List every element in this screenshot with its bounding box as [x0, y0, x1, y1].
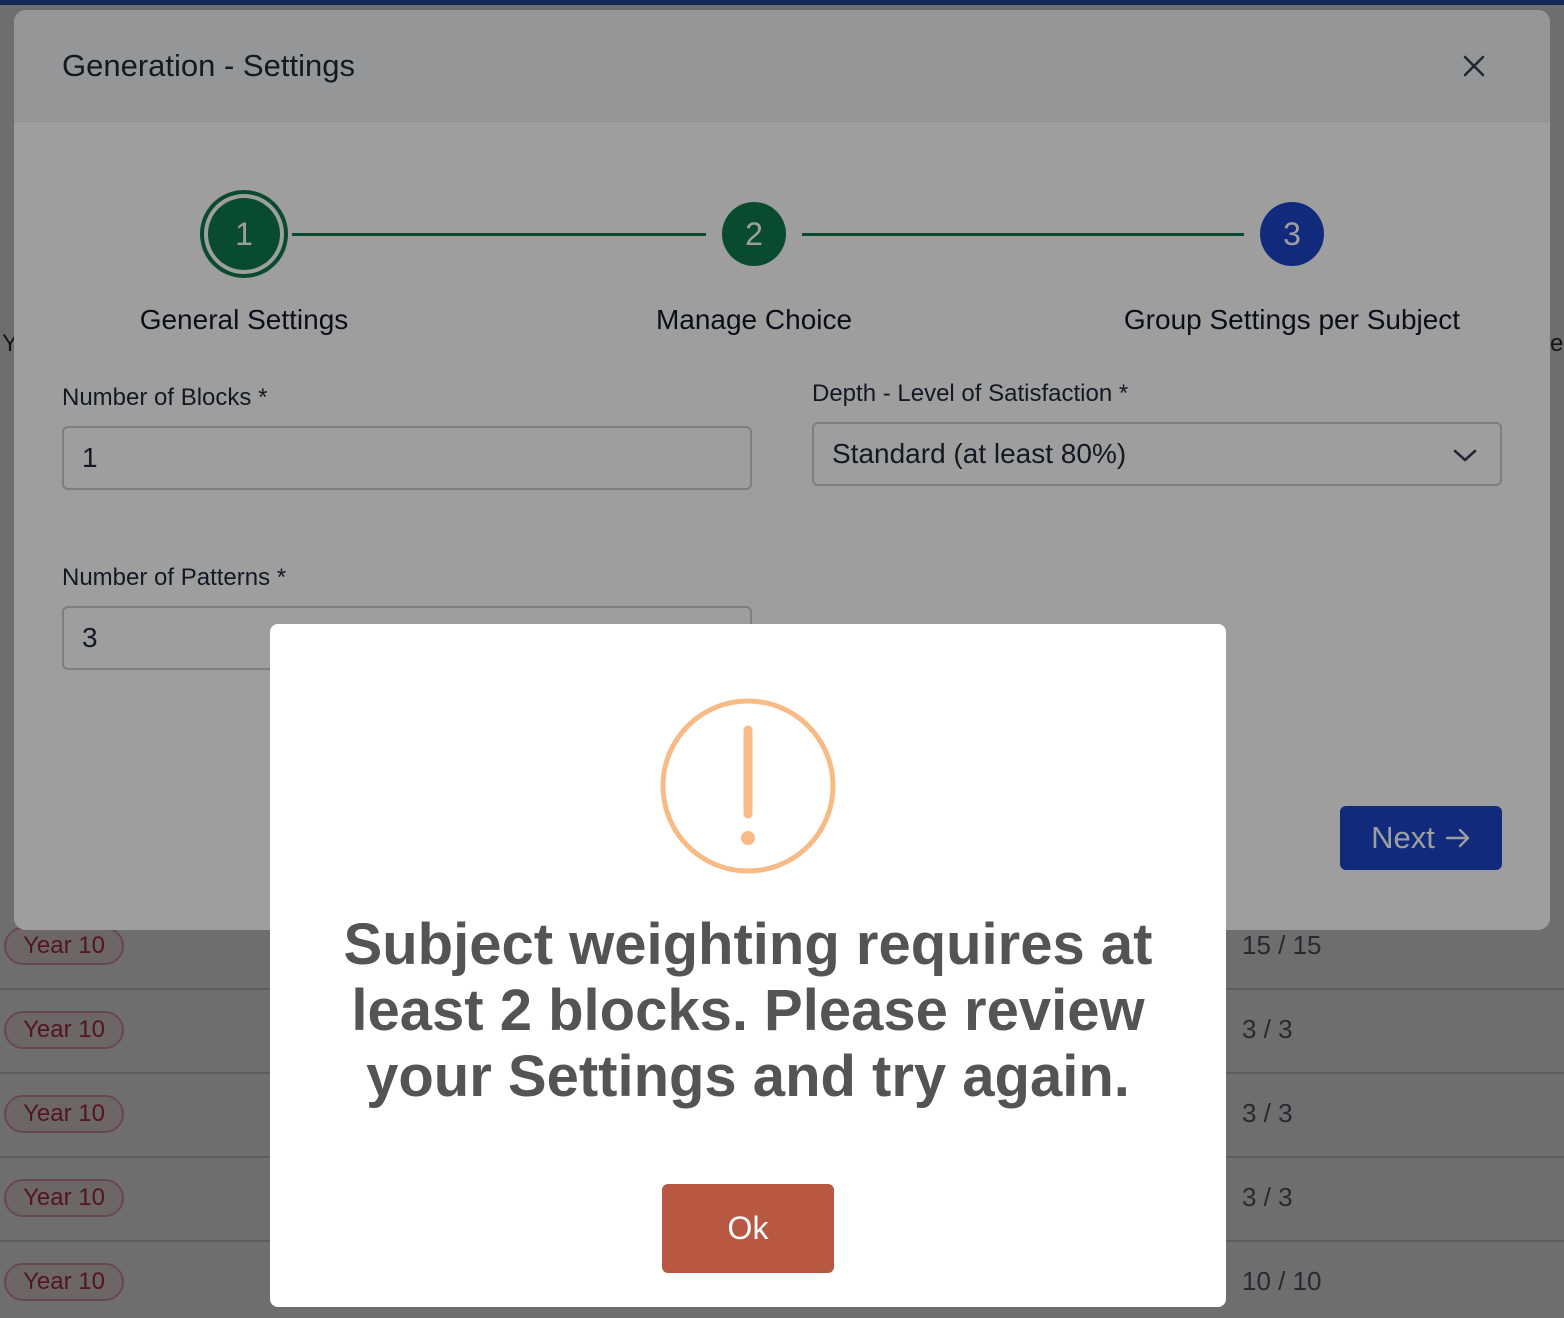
warning-icon	[660, 698, 836, 874]
alert-message: Subject weighting requires at least 2 bl…	[343, 912, 1153, 1109]
alert-dialog: Subject weighting requires at least 2 bl…	[270, 624, 1226, 1307]
ok-button[interactable]: Ok	[662, 1184, 834, 1273]
